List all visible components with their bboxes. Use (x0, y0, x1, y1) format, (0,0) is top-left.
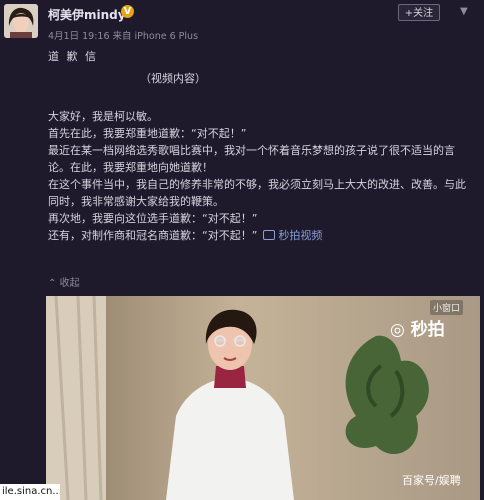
video-link-label: 秒拍视频 (278, 229, 323, 242)
post-body: 大家好，我是柯以敏。 首先在此，我要郑重地道歉：“对不起！” 最近在某一档网络选… (48, 108, 468, 244)
post-line-with-link: 还有，对制作商和冠名商道歉：“对不起！” 秒拍视频 (48, 227, 468, 244)
avatar[interactable] (4, 4, 38, 38)
mini-window-button[interactable]: 小窗口 (430, 300, 464, 315)
post-meta: 4月1日 19:16 来自 iPhone 6 Plus (48, 31, 199, 42)
source-watermark: 百家号/娱聘 (402, 474, 461, 487)
post-line: 还有，对制作商和冠名商道歉：“对不起！” (48, 229, 258, 242)
post-line: 在这个事件当中，我自己的修养非常的不够，我必须立刻马上大大的改进、改善。与此同时… (48, 178, 466, 208)
miaopai-logo: ◎ 秒拍 (390, 315, 445, 340)
video-link[interactable]: 秒拍视频 (263, 229, 322, 242)
avatar-image (4, 4, 38, 38)
post-line: 再次地，我要向这位选手道歉：“对不起！” (48, 212, 258, 225)
video-note: （视频内容） (140, 72, 206, 85)
post-line: 大家好，我是柯以敏。 (48, 110, 158, 123)
collapse-label: 收起 (59, 278, 80, 289)
collapse-link[interactable]: ⌃ 收起 (48, 274, 80, 289)
chevron-down-icon[interactable]: ▼ (460, 6, 468, 17)
video-icon (263, 230, 276, 240)
verified-icon: V (121, 5, 134, 18)
post-title: 道 歉 信 (48, 50, 98, 63)
post-line: 最近在某一档网络选秀歌唱比赛中，我对一个怀着音乐梦想的孩子说了很不适当的言论。在… (48, 144, 455, 174)
follow-button[interactable]: +关注 (398, 4, 440, 21)
post-line: 首先在此，我要郑重地道歉：“对不起！” (48, 127, 247, 140)
username[interactable]: 柯美伊mindy (48, 6, 126, 23)
url-fragment: ile.sina.cn... (0, 484, 60, 500)
miaopai-logo-icon: ◎ (390, 320, 405, 340)
miaopai-logo-text: 秒拍 (410, 320, 445, 340)
collapse-arrow-icon: ⌃ (48, 278, 57, 289)
